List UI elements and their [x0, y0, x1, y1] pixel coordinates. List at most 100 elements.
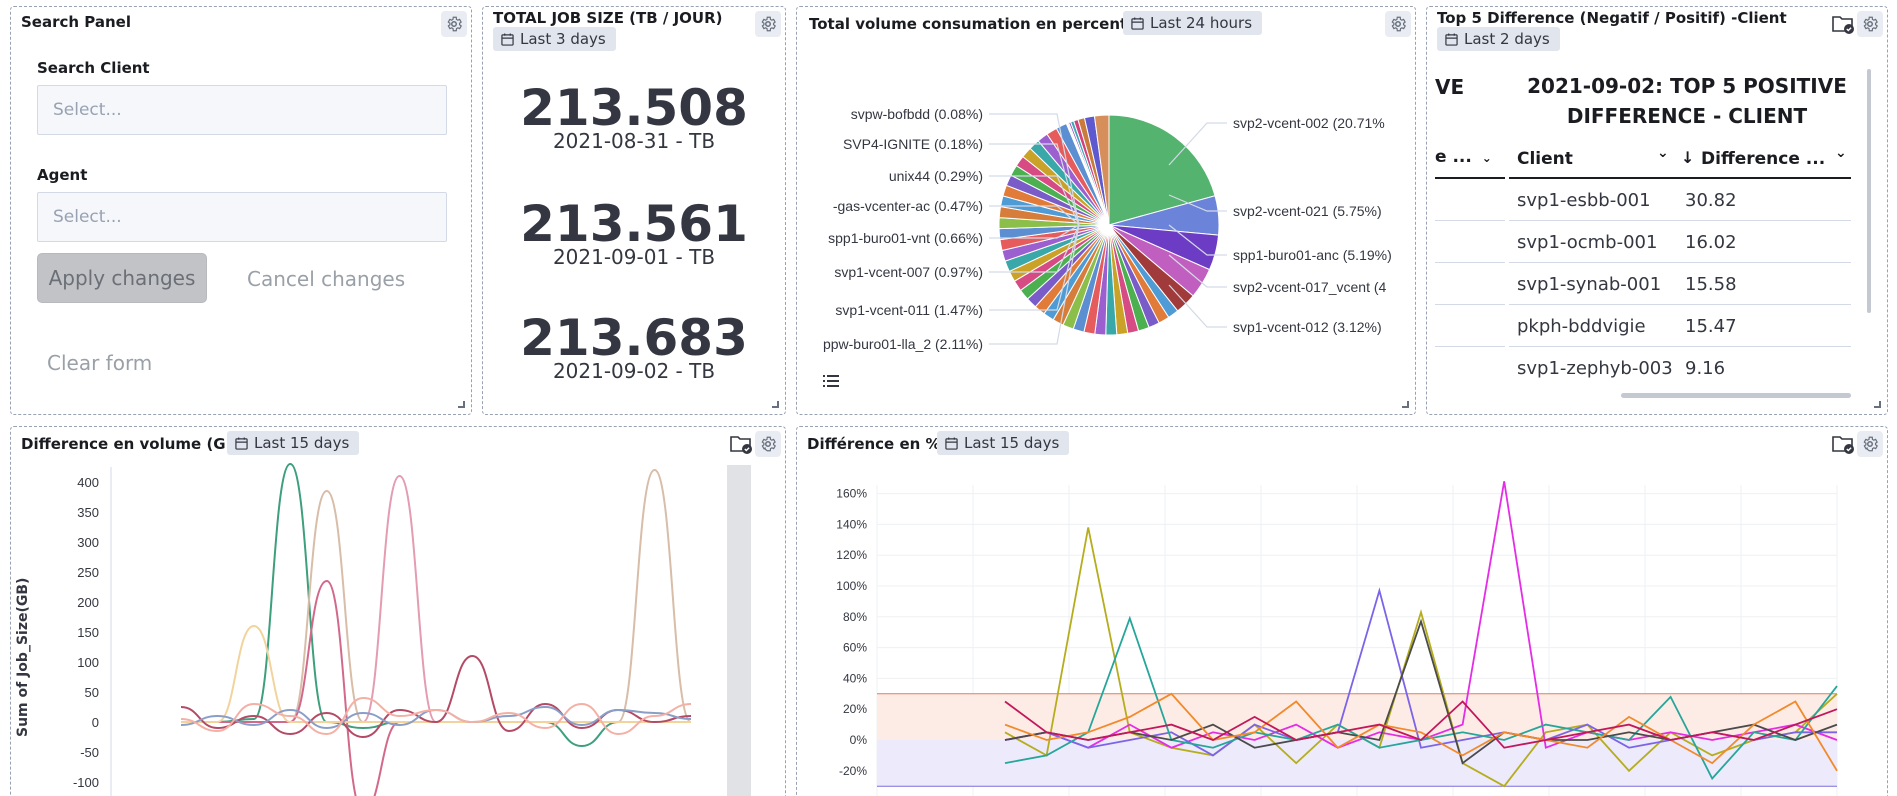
table-row[interactable]: svp1-zephyb-003 9.16 [1509, 347, 1851, 389]
pie-label: SVP4-IGNITE (0.18%) [843, 136, 983, 152]
time-range-badge[interactable]: Last 3 days [493, 27, 616, 51]
pie-label: svp2-vcent-002 (20.71% [1233, 115, 1385, 131]
chevron-down-icon[interactable]: ⌄ [1835, 145, 1847, 161]
column-client-label[interactable]: Client [1517, 149, 1573, 169]
y-tick-label: -50 [80, 745, 99, 760]
table-header: Client ⌄ ↓ Difference ... ⌄ [1509, 139, 1851, 179]
cell-client: svp1-synab-001 [1517, 274, 1662, 295]
cell-client: svp1-ocmb-001 [1517, 232, 1658, 253]
table-row-partial [1435, 179, 1505, 221]
y-tick-label: 400 [77, 475, 99, 490]
table-row-partial [1435, 263, 1505, 305]
resize-handle[interactable] [1874, 401, 1881, 408]
threshold-band-upper [877, 693, 1837, 740]
series-line [181, 624, 691, 723]
series-line [181, 579, 691, 796]
cell-difference: 30.82 [1685, 190, 1737, 211]
y-tick-label: 80% [843, 610, 867, 624]
chevron-down-icon[interactable]: ⌄ [1482, 151, 1492, 165]
pie-label: svp1-vcent-011 (1.47%) [835, 302, 983, 318]
table-row[interactable]: svp1-ocmb-001 16.02 [1509, 221, 1851, 263]
y-tick-label: 100% [836, 579, 867, 593]
pie-chart[interactable]: svp2-vcent-002 (20.71% svp2-vcent-021 (5.… [797, 7, 1416, 415]
table-row-partial [1435, 221, 1505, 263]
resize-handle[interactable] [772, 401, 779, 408]
badge-label: Last 3 days [520, 30, 606, 48]
horizontal-scrollbar[interactable] [1621, 393, 1851, 398]
y-tick-label: 0 [92, 715, 99, 730]
job-size-panel: TOTAL JOB SIZE (TB / JOUR) Last 3 days 2… [482, 6, 786, 415]
search-panel: Search Panel Search Client Select... Age… [10, 6, 472, 415]
y-tick-label: 40% [843, 671, 867, 685]
y-tick-label: -100 [73, 775, 99, 790]
metric-label: 2021-09-01 - TB [552, 245, 716, 269]
cell-difference: 9.16 [1685, 358, 1726, 379]
search-client-select[interactable]: Select... [37, 85, 447, 135]
cell-client: svp1-zephyb-003 [1517, 358, 1673, 379]
chevron-down-icon[interactable]: ⌄ [1657, 145, 1669, 161]
y-tick-label: 140% [836, 517, 867, 531]
series-line [181, 474, 691, 723]
calendar-icon [1445, 32, 1458, 46]
y-tick-label: 50 [85, 685, 99, 700]
search-client-label: Search Client [37, 59, 150, 77]
diff-volume-panel: Difference en volume (GB) Last 15 days S… [10, 426, 786, 796]
resize-handle[interactable] [1402, 401, 1409, 408]
column-difference-label[interactable]: Difference ... [1701, 149, 1825, 169]
settings-gear-icon[interactable] [1857, 11, 1883, 37]
agent-label: Agent [37, 166, 88, 184]
settings-gear-icon[interactable] [441, 11, 467, 37]
y-tick-label: 100 [77, 655, 99, 670]
series-line [181, 468, 692, 723]
panel-title: Top 5 Difference (Negatif / Positif) -Cl… [1437, 9, 1787, 27]
y-tick-label: 160% [836, 487, 867, 501]
legend-toggle-icon[interactable] [823, 373, 841, 389]
apply-changes-button[interactable]: Apply changes [37, 253, 207, 303]
folder-check-icon[interactable] [1831, 13, 1855, 35]
clear-form-button[interactable]: Clear form [47, 351, 152, 375]
y-tick-label: 60% [843, 641, 867, 655]
table-row-partial [1435, 305, 1505, 347]
cell-difference: 15.47 [1685, 316, 1737, 337]
vertical-scrollbar[interactable] [1867, 69, 1871, 313]
table-partial-header: e ... ⌄ [1435, 139, 1505, 179]
pie-label: svp2-vcent-017_vcent (4 [1233, 279, 1387, 295]
cancel-changes-button[interactable]: Cancel changes [247, 267, 405, 291]
agent-select[interactable]: Select... [37, 192, 447, 242]
pie-label: spp1-buro01-vnt (0.66%) [828, 230, 983, 246]
pie-label: svp1-vcent-007 (0.97%) [834, 264, 983, 280]
volume-pie-panel: Total volume consumation en percentage L… [796, 6, 1416, 415]
panel-title: TOTAL JOB SIZE (TB / JOUR) [493, 9, 723, 27]
y-tick-label: 200 [77, 595, 99, 610]
volume-line-chart[interactable]: 400 350 300 250 200 150 100 50 0 -50 -100 [11, 427, 786, 796]
pie-label: svp1-vcent-012 (3.12%) [1233, 319, 1382, 335]
y-tick-label: -20% [839, 764, 867, 778]
y-tick-label: 250 [77, 565, 99, 580]
table-partial-heading: VE [1435, 75, 1465, 99]
settings-gear-icon[interactable] [755, 11, 781, 37]
table-row[interactable]: svp1-esbb-001 30.82 [1509, 179, 1851, 221]
badge-label: Last 2 days [1464, 30, 1550, 48]
diff-pct-panel: Différence en % Last 15 days 160% 140% 120… [796, 426, 1888, 796]
pie-label: ppw-buro01-lla_2 (2.11%) [823, 336, 983, 352]
y-tick-label: 300 [77, 535, 99, 550]
scroll-band [727, 465, 751, 796]
sort-arrow-down-icon[interactable]: ↓ [1681, 148, 1694, 167]
time-range-badge[interactable]: Last 2 days [1437, 27, 1560, 51]
y-tick-label: 350 [77, 505, 99, 520]
top5-panel: Top 5 Difference (Negatif / Positif) -Cl… [1426, 6, 1888, 415]
column-partial-label: e ... [1435, 147, 1472, 167]
pie-label: unix44 (0.29%) [889, 168, 983, 184]
y-tick-label: 150 [77, 625, 99, 640]
table-row[interactable]: pkph-bddvigie 15.47 [1509, 305, 1851, 347]
percent-line-chart[interactable]: 160% 140% 120% 100% 80% 60% 40% 20% 0% -20% [797, 427, 1888, 796]
threshold-band-lower [877, 740, 1837, 787]
table-heading: 2021-09-02: TOP 5 POSITIVE DIFFERENCE - … [1527, 74, 1847, 128]
table-row[interactable]: svp1-synab-001 15.58 [1509, 263, 1851, 305]
y-tick-label: 120% [836, 548, 867, 562]
resize-handle[interactable] [458, 401, 465, 408]
pie-label: svp2-vcent-021 (5.75%) [1233, 203, 1382, 219]
pie-label: -gas-vcenter-ac (0.47%) [833, 198, 983, 214]
metric-label: 2021-09-02 - TB [552, 359, 716, 383]
panel-title: Search Panel [21, 13, 131, 31]
